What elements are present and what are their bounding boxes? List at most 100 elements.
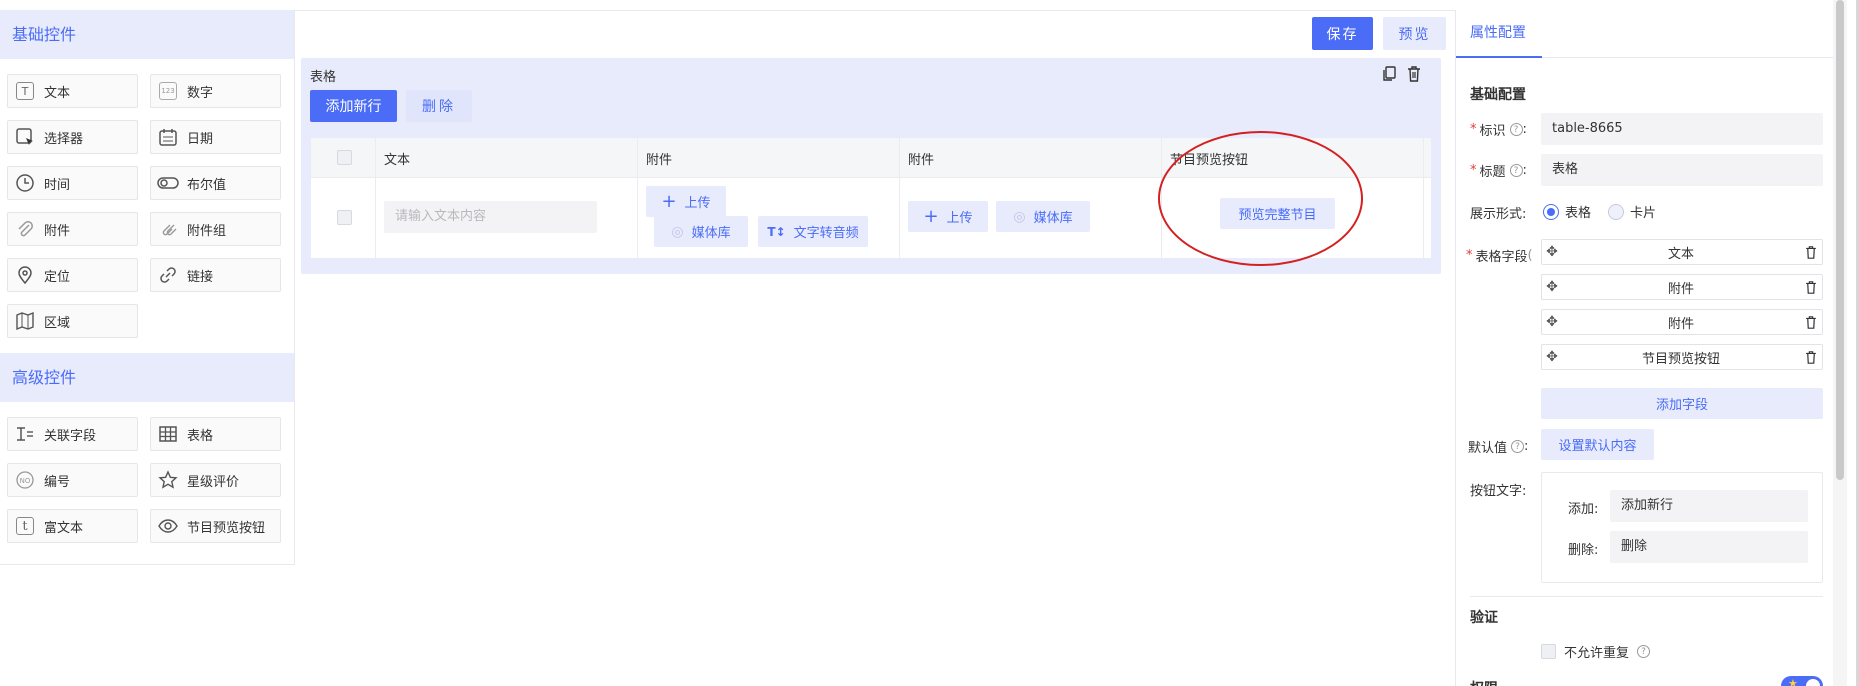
advanced-controls-header: 高级控件 [0, 353, 294, 402]
field-name: 附件 [1667, 281, 1694, 297]
select-all-checkbox[interactable] [337, 150, 352, 165]
id-label: * 标识 ?: [1470, 122, 1527, 139]
control-date[interactable]: 日期 [150, 120, 281, 154]
preview-full-program-button[interactable]: 预览完整节目 [1220, 198, 1335, 229]
id-label-text: 标识 [1479, 124, 1506, 139]
trash-icon[interactable] [1800, 350, 1822, 364]
drag-handle-icon[interactable]: ✥ [1542, 314, 1562, 330]
control-region[interactable]: 区域 [7, 304, 138, 338]
trash-icon[interactable] [1406, 65, 1421, 82]
field-name: 文本 [1667, 246, 1694, 262]
add-row-button[interactable]: 添加新行 [310, 90, 397, 122]
copy-icon[interactable] [1381, 65, 1396, 82]
control-related-field[interactable]: 关联字段 [7, 417, 138, 451]
field-row[interactable]: ✥ 附件 [1541, 309, 1823, 335]
control-time[interactable]: 时间 [7, 166, 138, 200]
radio-table[interactable]: 表格 [1543, 202, 1591, 221]
tts-label: 文字转音频 [793, 226, 859, 241]
scrollbar-thumb[interactable] [1836, 0, 1844, 480]
basic-config-title: 基础配置 [1470, 87, 1526, 103]
help-icon[interactable]: ? [1511, 440, 1525, 453]
row-checkbox[interactable] [337, 210, 352, 225]
selector-icon [14, 126, 36, 148]
control-label: 附件 [44, 223, 71, 239]
control-label: 表格 [187, 428, 214, 444]
field-row[interactable]: ✥ 附件 [1541, 274, 1823, 300]
control-table[interactable]: 表格 [150, 417, 281, 451]
help-icon[interactable]: ? [1637, 645, 1651, 658]
upload-button[interactable]: + 上传 [908, 201, 988, 232]
control-serial-number[interactable]: NO 编号 [7, 463, 138, 497]
table-component[interactable]: 表格 添加新行 删除 文本 附件 附件 节目预览按钮 请输入文本内容 + 上传 … [301, 58, 1441, 274]
help-icon[interactable]: ? [1509, 123, 1523, 136]
set-default-button[interactable]: 设置默认内容 [1541, 429, 1654, 460]
field-row[interactable]: ✥ 文本 [1541, 239, 1823, 265]
control-boolean[interactable]: 布尔值 [150, 166, 281, 200]
field-row[interactable]: ✥ 节目预览按钮 [1541, 344, 1823, 370]
control-label: 关联字段 [44, 428, 97, 444]
control-rich-text[interactable]: t 富文本 [7, 509, 138, 543]
required-mark: * [1466, 248, 1473, 263]
header-cell: 文本 [376, 138, 638, 177]
control-label: 文本 [44, 85, 71, 101]
property-panel: 属性配置 基础配置 * 标识 ?: table-8665 * 标题 ?: 表格 … [1455, 10, 1840, 686]
required-mark: * [1470, 122, 1477, 137]
control-label: 富文本 [44, 520, 84, 536]
drag-handle-icon[interactable]: ✥ [1542, 349, 1562, 365]
media-library-button[interactable]: ◎ 媒体库 [996, 201, 1090, 232]
calendar-icon [157, 126, 179, 148]
drag-handle-icon[interactable]: ✥ [1542, 244, 1562, 260]
control-program-preview[interactable]: 节目预览按钮 [150, 509, 281, 543]
media-library-button[interactable]: ◎ 媒体库 [654, 216, 748, 247]
no-duplicate-option[interactable]: 不允许重复 ? [1541, 642, 1651, 661]
control-text[interactable]: T 文本 [7, 74, 138, 108]
control-number[interactable]: 123 数字 [150, 74, 281, 108]
permission-toggle[interactable]: ★ [1781, 676, 1823, 686]
table-fields-label: * 表格字段( [1466, 248, 1533, 265]
delete-text-field[interactable]: 删除 [1610, 531, 1808, 563]
text-to-speech-button[interactable]: T↕ 文字转音频 [758, 216, 868, 247]
field-name: 节目预览按钮 [1641, 351, 1720, 367]
column-header: 附件 [646, 153, 673, 168]
delete-row-button[interactable]: 删除 [406, 90, 472, 122]
permission-title: 权限 [1470, 678, 1498, 686]
eye-icon [157, 515, 179, 537]
control-attachment[interactable]: 附件 [7, 212, 138, 246]
control-location[interactable]: 定位 [7, 258, 138, 292]
control-link[interactable]: 链接 [150, 258, 281, 292]
attachment-group-icon [157, 218, 179, 240]
radio-card[interactable]: 卡片 [1608, 202, 1656, 221]
drag-handle-icon[interactable]: ✥ [1542, 279, 1562, 295]
control-label: 定位 [44, 269, 71, 285]
upload-button[interactable]: + 上传 [646, 186, 726, 217]
control-label: 选择器 [44, 131, 84, 147]
link-icon [157, 264, 179, 286]
media-label: 媒体库 [691, 226, 731, 241]
table-row: 请输入文本内容 + 上传 ◎ 媒体库 T↕ 文字转音频 + 上传 ◎ 媒体库 预… [311, 178, 1431, 258]
control-attachment-group[interactable]: 附件组 [150, 212, 281, 246]
add-text-field[interactable]: 添加新行 [1610, 490, 1808, 522]
id-field[interactable]: table-8665 [1541, 113, 1823, 145]
control-label: 星级评价 [187, 474, 240, 490]
control-selector[interactable]: 选择器 [7, 120, 138, 154]
radio-table-label: 表格 [1565, 206, 1592, 221]
svg-text:NO: NO [20, 477, 31, 485]
control-label: 区域 [44, 315, 71, 331]
save-button[interactable]: 保存 [1312, 17, 1373, 50]
add-field-button[interactable]: 添加字段 [1541, 388, 1823, 419]
trash-icon[interactable] [1800, 315, 1822, 329]
tab-property-config[interactable]: 属性配置 [1470, 22, 1526, 42]
control-star-rating[interactable]: 星级评价 [150, 463, 281, 497]
trash-icon[interactable] [1800, 280, 1822, 294]
preview-button[interactable]: 预览 [1383, 17, 1446, 50]
attachment-cell: + 上传 ◎ 媒体库 [900, 178, 1162, 258]
text-input[interactable]: 请输入文本内容 [384, 201, 597, 233]
upload-label: 上传 [684, 196, 711, 211]
button-text-group [1541, 472, 1823, 583]
table-component-title: 表格 [310, 70, 337, 85]
title-field[interactable]: 表格 [1541, 154, 1823, 186]
help-icon[interactable]: ? [1509, 164, 1523, 177]
trash-icon[interactable] [1800, 245, 1822, 259]
no-duplicate-checkbox[interactable] [1541, 644, 1556, 659]
top-divider [295, 10, 1455, 11]
